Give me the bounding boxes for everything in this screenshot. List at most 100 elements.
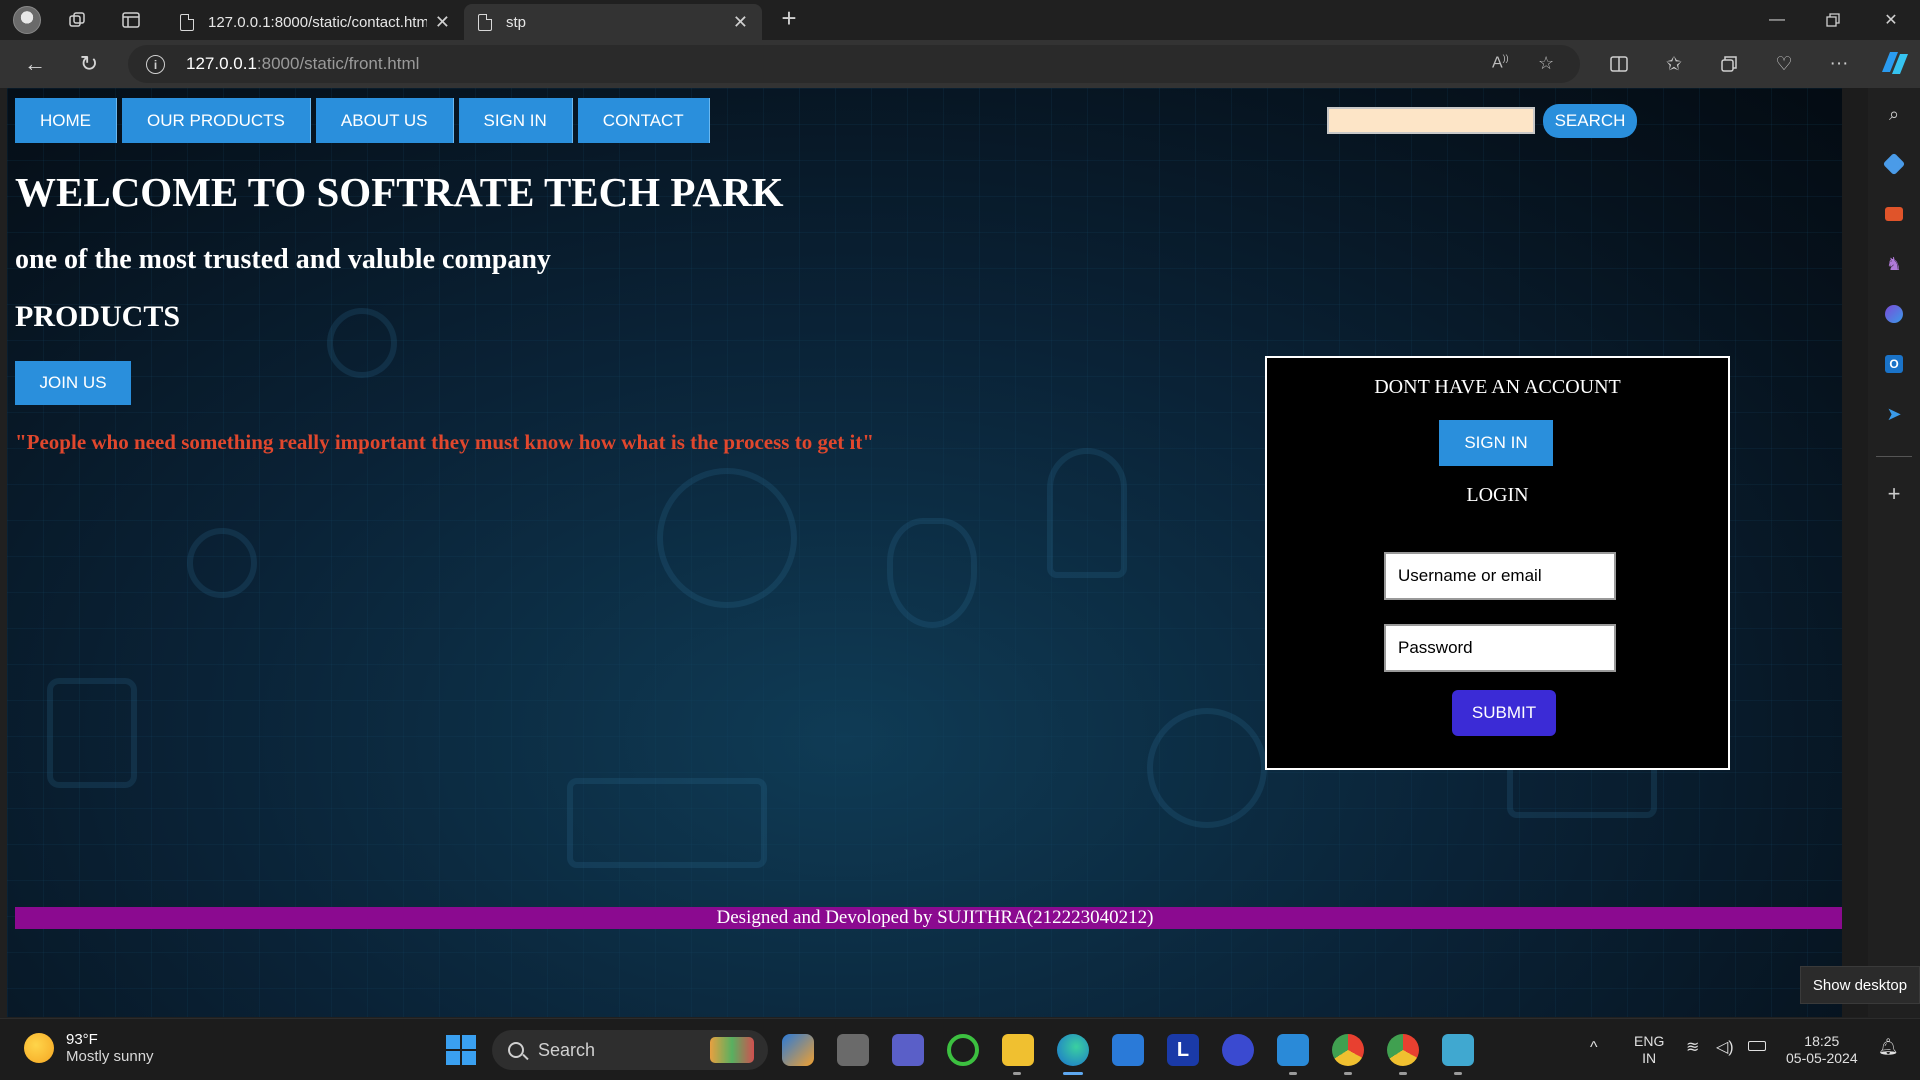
- microsoft-365-icon[interactable]: [1882, 302, 1906, 326]
- nav-our-products[interactable]: OUR PRODUCTS: [122, 98, 311, 143]
- games-icon[interactable]: ♞: [1882, 252, 1906, 276]
- windows-start-icon[interactable]: [446, 1035, 476, 1065]
- battery-icon[interactable]: [1748, 1041, 1766, 1051]
- taskbar-search[interactable]: Search: [492, 1030, 768, 1070]
- back-arrow-icon[interactable]: ←: [20, 50, 50, 78]
- submit-button[interactable]: SUBMIT: [1452, 690, 1556, 736]
- top-navigation: HOME OUR PRODUCTS ABOUT US SIGN IN CONTA…: [15, 98, 715, 143]
- chrome-icon[interactable]: [1332, 1034, 1364, 1066]
- nav-home[interactable]: HOME: [15, 98, 117, 143]
- search-icon: [508, 1042, 524, 1058]
- site-info-icon[interactable]: i: [146, 55, 165, 74]
- send-icon[interactable]: ➤: [1882, 402, 1906, 426]
- teams-icon[interactable]: [892, 1034, 924, 1066]
- password-field[interactable]: Password: [1384, 624, 1616, 672]
- username-field[interactable]: Username or email: [1384, 552, 1616, 600]
- search-highlight-icon: [710, 1037, 754, 1063]
- background-decoration: [327, 308, 397, 378]
- language-indicator[interactable]: ENG IN: [1634, 1033, 1664, 1067]
- app-indicator: [1399, 1072, 1407, 1075]
- app-indicator: [1454, 1072, 1462, 1075]
- more-options-icon[interactable]: ···: [1824, 50, 1854, 78]
- login-heading: LOGIN: [1466, 484, 1529, 506]
- volume-icon[interactable]: ◁): [1716, 1039, 1734, 1056]
- nav-contact[interactable]: CONTACT: [577, 98, 710, 143]
- add-plus-icon[interactable]: +: [1882, 481, 1906, 506]
- refresh-app-icon[interactable]: [947, 1034, 979, 1066]
- weather-description: Mostly sunny: [66, 1048, 154, 1065]
- tab-title: 127.0.0.1:8000/static/contact.html: [208, 13, 427, 31]
- favorite-star-icon[interactable]: ☆: [1538, 53, 1554, 74]
- close-window-icon[interactable]: ✕: [1868, 6, 1914, 34]
- taskbar-search-label: Search: [538, 1039, 596, 1060]
- shopping-tag-icon[interactable]: [1882, 152, 1906, 176]
- background-decoration: [1147, 708, 1267, 828]
- address-bar: ← ↻ i 127.0.0.1:8000/static/front.html A…: [0, 40, 1920, 88]
- page-title: WELCOME TO SOFTRATE TECH PARK: [15, 169, 784, 215]
- quote-text: "People who need something really import…: [15, 430, 875, 454]
- refresh-icon[interactable]: ↻: [74, 50, 104, 78]
- file-explorer-icon[interactable]: [1002, 1034, 1034, 1066]
- weather-widget[interactable]: 93°F Mostly sunny: [24, 1031, 154, 1065]
- search-icon[interactable]: ⌕: [1882, 102, 1906, 126]
- clock[interactable]: 18:25 05-05-2024: [1786, 1033, 1858, 1067]
- collections-icon[interactable]: [1714, 50, 1744, 78]
- notification-bell-icon[interactable]: 🔔︎: [1878, 1039, 1898, 1056]
- app-indicator: [1013, 1072, 1021, 1075]
- close-tab-icon[interactable]: ✕: [733, 12, 748, 33]
- page-icon: [180, 13, 194, 31]
- wifi-icon[interactable]: ≋: [1686, 1039, 1699, 1056]
- favorites-icon[interactable]: ✩: [1659, 50, 1689, 78]
- workspaces-icon[interactable]: [62, 6, 92, 34]
- tools-briefcase-icon[interactable]: [1882, 202, 1906, 226]
- outlook-icon[interactable]: O: [1882, 352, 1906, 376]
- background-decoration: [1047, 448, 1127, 578]
- microsoft-store-icon[interactable]: [1112, 1034, 1144, 1066]
- search-button[interactable]: SEARCH: [1543, 104, 1637, 138]
- show-hidden-icons-chevron-icon[interactable]: ^: [1590, 1039, 1598, 1056]
- page-viewport: HOME OUR PRODUCTS ABOUT US SIGN IN CONTA…: [7, 88, 1868, 1017]
- tagline: one of the most trusted and valuble comp…: [15, 244, 551, 275]
- vscode-icon[interactable]: [1277, 1034, 1309, 1066]
- tab-contact[interactable]: 127.0.0.1:8000/static/contact.html ✕: [166, 4, 464, 40]
- app-triangle-icon[interactable]: [1222, 1034, 1254, 1066]
- show-desktop-tooltip: Show desktop: [1800, 966, 1920, 1004]
- windows-taskbar: 93°F Mostly sunny Search L ^ ENG IN ≋ ◁)…: [0, 1018, 1920, 1080]
- restore-icon[interactable]: [1810, 6, 1856, 34]
- edge-sidebar: ⌕ ♞ O ➤ +: [1868, 88, 1920, 1018]
- page-scrollbar[interactable]: [1842, 88, 1868, 1017]
- weather-temperature: 93°F: [66, 1031, 98, 1048]
- app-indicator: [1344, 1072, 1352, 1075]
- split-screen-icon[interactable]: [1604, 50, 1634, 78]
- url-field[interactable]: i 127.0.0.1:8000/static/front.html A)) ☆: [128, 45, 1580, 83]
- nav-sign-in[interactable]: SIGN IN: [458, 98, 573, 143]
- join-us-button[interactable]: JOIN US: [15, 361, 131, 405]
- edge-browser-icon[interactable]: [1057, 1034, 1089, 1066]
- browser-titlebar: 127.0.0.1:8000/static/contact.html ✕ stp…: [0, 0, 1920, 40]
- sunny-weather-icon: [24, 1033, 54, 1063]
- task-view-icon[interactable]: [837, 1034, 869, 1066]
- panel-sign-in-button[interactable]: SIGN IN: [1439, 420, 1553, 466]
- minimize-icon[interactable]: —: [1754, 6, 1800, 34]
- profile-avatar[interactable]: [10, 6, 44, 34]
- tab-title: stp: [506, 13, 527, 31]
- tab-actions-icon[interactable]: [116, 6, 146, 34]
- new-tab-plus-icon[interactable]: +: [774, 3, 804, 33]
- products-heading: PRODUCTS: [15, 300, 181, 333]
- login-panel: DONT HAVE AN ACCOUNT SIGN IN LOGIN Usern…: [1265, 356, 1730, 770]
- close-tab-icon[interactable]: ✕: [435, 12, 450, 33]
- background-decoration: [47, 678, 137, 788]
- read-aloud-icon[interactable]: A)): [1492, 53, 1509, 72]
- chrome-profile-icon[interactable]: [1387, 1034, 1419, 1066]
- copilot-app-icon[interactable]: [782, 1034, 814, 1066]
- signup-heading: DONT HAVE AN ACCOUNT: [1374, 376, 1621, 398]
- browser-essentials-icon[interactable]: ♡: [1769, 50, 1799, 78]
- copilot-icon[interactable]: [1876, 46, 1912, 80]
- tab-stp[interactable]: stp ✕: [464, 4, 762, 40]
- notepad-icon[interactable]: [1442, 1034, 1474, 1066]
- sidebar-divider: [1876, 456, 1912, 457]
- search-input[interactable]: [1327, 107, 1535, 134]
- background-decoration: [887, 518, 977, 628]
- app-l-icon[interactable]: L: [1167, 1034, 1199, 1066]
- nav-about-us[interactable]: ABOUT US: [315, 98, 454, 143]
